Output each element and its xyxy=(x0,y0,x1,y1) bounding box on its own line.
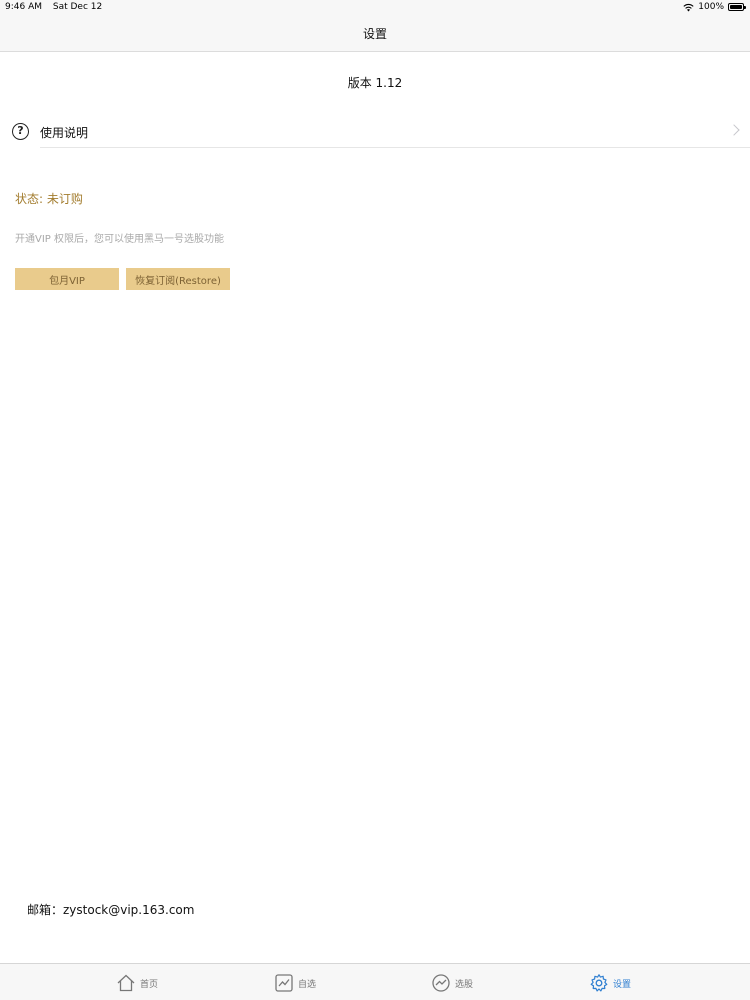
status-time: 9:46 AM xyxy=(5,2,42,12)
home-icon xyxy=(117,974,135,992)
subscription-status: 状态: 未订购 xyxy=(15,192,83,206)
page-title: 设置 xyxy=(362,27,387,41)
gear-icon xyxy=(590,974,608,992)
monthly-vip-button[interactable]: 包月VIP xyxy=(15,268,119,290)
chevron-right-icon xyxy=(728,124,740,136)
settings-page: 9:46 AM Sat Dec 12 100% 设置 版本 1.12 ? 使用说… xyxy=(0,0,750,1000)
tab-stock-picker-label: 选股 xyxy=(455,979,474,990)
tab-settings[interactable]: 设置 xyxy=(589,972,631,994)
tab-home[interactable]: 首页 xyxy=(116,972,158,994)
wifi-icon xyxy=(683,3,694,11)
tab-watchlist[interactable]: 自选 xyxy=(274,972,316,994)
tab-stock-picker[interactable]: 选股 xyxy=(431,972,473,994)
subscription-description: 开通VIP 权限后，您可以使用黑马一号选股功能 xyxy=(15,234,224,245)
chart-icon xyxy=(275,974,293,992)
row-divider xyxy=(40,147,750,148)
tab-watchlist-label: 自选 xyxy=(298,979,317,990)
version-label: 版本 1.12 xyxy=(347,76,403,90)
trend-icon xyxy=(432,974,450,992)
navigation-bar: 设置 xyxy=(0,16,750,52)
tab-bar: 首页 自选 选股 设置 xyxy=(0,963,750,1000)
status-date: Sat Dec 12 xyxy=(52,2,103,12)
help-label: 使用说明 xyxy=(40,126,89,140)
help-row[interactable]: ? 使用说明 xyxy=(0,118,750,148)
tab-home-label: 首页 xyxy=(140,979,159,990)
contact-email: 邮箱：zystock@vip.163.com xyxy=(27,903,195,917)
battery-icon xyxy=(728,3,746,11)
status-bar: 9:46 AM Sat Dec 12 100% xyxy=(0,0,750,16)
battery-percent: 100% xyxy=(698,2,724,12)
tab-settings-label: 设置 xyxy=(613,979,632,990)
restore-subscription-button[interactable]: 恢复订阅(Restore) xyxy=(126,268,230,290)
question-circle-icon: ? xyxy=(12,123,29,140)
